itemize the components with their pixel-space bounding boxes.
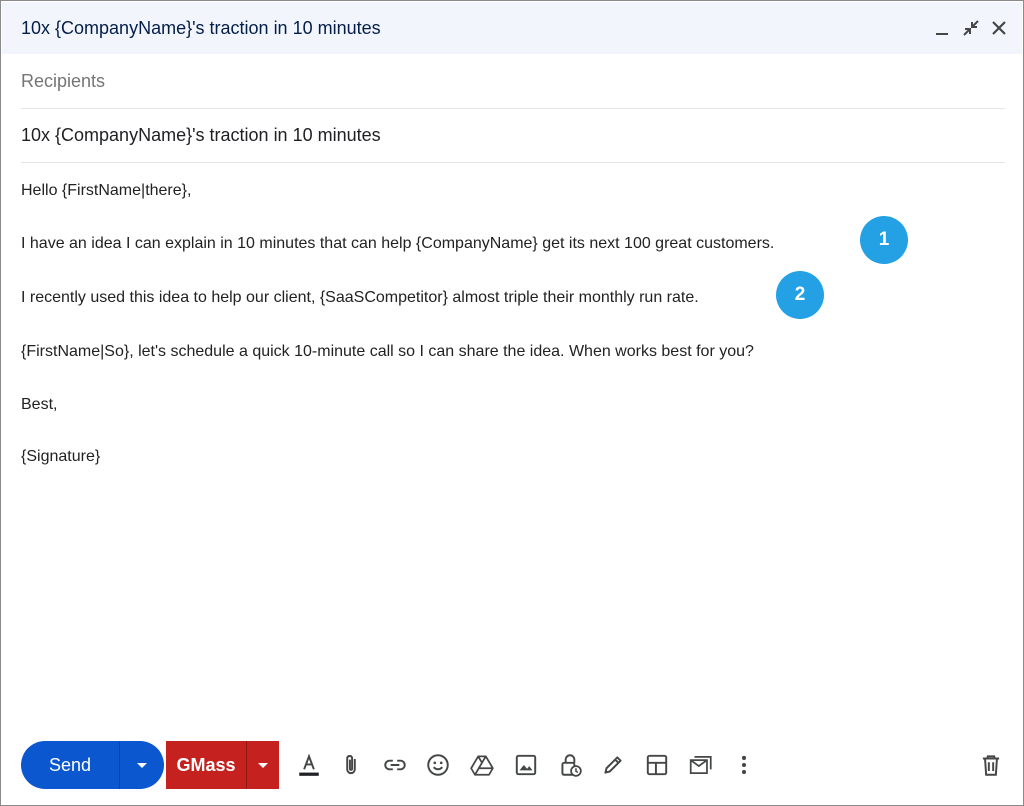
templates-button[interactable]: [644, 752, 670, 778]
subject-field[interactable]: 10x {CompanyName}'s traction in 10 minut…: [21, 125, 381, 146]
gmass-options-button[interactable]: [247, 741, 279, 789]
send-button[interactable]: Send: [21, 755, 119, 776]
compose-titlebar: 10x {CompanyName}'s traction in 10 minut…: [2, 2, 1022, 54]
send-button-group: Send: [21, 741, 164, 789]
attach-icon: [346, 755, 356, 775]
layouts-button[interactable]: [688, 752, 714, 778]
layout-icon: [689, 756, 712, 774]
insert-link-button[interactable]: [382, 752, 408, 778]
signature-icon: [604, 756, 622, 774]
photo-icon: [515, 754, 537, 776]
minimize-icon: [936, 33, 948, 35]
minimize-button[interactable]: [930, 16, 954, 40]
confidential-icon: [561, 754, 582, 777]
body-line-cta: {FirstName|So}, let's schedule a quick 1…: [21, 343, 754, 360]
insert-photo-button[interactable]: [513, 752, 539, 778]
caret-down-icon: [258, 763, 268, 768]
template-icon: [646, 754, 668, 776]
exit-fullscreen-icon: [963, 20, 979, 36]
caret-down-icon: [137, 763, 147, 768]
annotation-badge-1: 1: [860, 216, 908, 264]
discard-draft-button[interactable]: [978, 752, 1004, 778]
more-options-button[interactable]: [731, 752, 757, 778]
insert-drive-button[interactable]: [469, 752, 495, 778]
close-icon: [992, 21, 1006, 35]
window-title: 10x {CompanyName}'s traction in 10 minut…: [21, 18, 381, 38]
more-options-icon: [741, 755, 747, 775]
send-options-button[interactable]: [120, 741, 164, 789]
link-icon: [384, 759, 406, 771]
exit-fullscreen-button[interactable]: [959, 16, 983, 40]
insert-emoji-button[interactable]: [425, 752, 451, 778]
close-button[interactable]: [987, 16, 1011, 40]
subject-divider: [21, 162, 1005, 163]
drive-icon: [470, 755, 494, 776]
delete-icon: [982, 755, 1000, 776]
body-line-closing: Best,: [21, 396, 58, 413]
compose-window: 10x {CompanyName}'s traction in 10 minut…: [0, 0, 1024, 806]
attach-files-button[interactable]: [338, 752, 364, 778]
emoji-icon: [427, 754, 449, 776]
formatting-options-button[interactable]: [296, 752, 322, 778]
recipients-field[interactable]: Recipients: [21, 71, 105, 92]
body-line-idea: I have an idea I can explain in 10 minut…: [21, 235, 775, 252]
confidential-mode-button[interactable]: [557, 752, 583, 778]
body-line-signature: {Signature}: [21, 448, 101, 465]
gmass-button-group: GMass: [166, 741, 279, 789]
body-line-greeting: Hello {FirstName|there},: [21, 182, 192, 199]
annotation-badge-2: 2: [776, 271, 824, 319]
body-line-proof: I recently used this idea to help our cl…: [21, 289, 699, 306]
recipients-divider: [21, 108, 1005, 109]
gmass-button[interactable]: GMass: [166, 755, 246, 776]
insert-signature-button[interactable]: [600, 752, 626, 778]
text-format-icon: [299, 753, 319, 776]
